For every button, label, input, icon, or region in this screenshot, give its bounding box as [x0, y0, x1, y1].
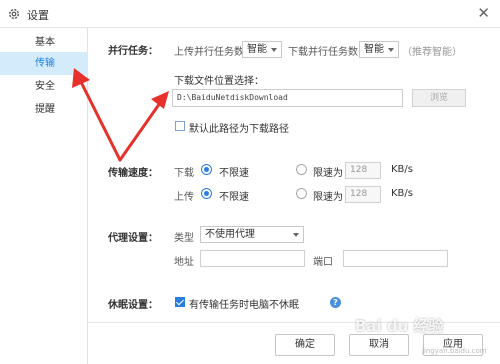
- upload-limit-label: 限速为: [313, 192, 343, 203]
- download-location-label: 下载文件位置选择：: [174, 76, 264, 87]
- baidu-watermark: Bai du 经验: [355, 317, 444, 335]
- sidebar: 基本 传输 安全 提醒: [0, 28, 88, 364]
- download-limit-radio[interactable]: [296, 164, 307, 175]
- default-path-label: 默认此路径为下载路径: [189, 124, 289, 135]
- upload-unlimited-label: 不限速: [219, 192, 249, 203]
- chevron-down-icon: [293, 233, 299, 237]
- gear-icon: [8, 8, 20, 20]
- close-icon[interactable]: ✕: [477, 5, 490, 21]
- download-unlimited-label: 不限速: [219, 168, 249, 179]
- download-parallel-select[interactable]: 智能: [359, 41, 399, 58]
- upload-unit-label: KB/s: [391, 188, 413, 199]
- chevron-down-icon: [388, 48, 394, 52]
- sidebar-item-transfer[interactable]: 传输: [0, 52, 88, 75]
- download-unit-label: KB/s: [391, 164, 413, 175]
- sidebar-item-reminder[interactable]: 提醒: [0, 98, 88, 121]
- baidu-watermark-url: jingyan.baidu.com: [422, 347, 487, 355]
- upload-limit-input[interactable]: 128: [345, 186, 381, 203]
- help-icon[interactable]: ?: [330, 297, 341, 308]
- proxy-type-value: 不使用代理: [205, 229, 255, 240]
- proxy-address-label: 地址: [174, 257, 194, 268]
- no-sleep-label: 有传输任务时电脑不休眠: [189, 300, 299, 311]
- download-parallel-value: 智能: [364, 44, 384, 55]
- title-bar: 设置 ✕: [0, 0, 500, 28]
- sleep-section-label: 休眠设置：: [108, 300, 158, 311]
- speed-section-label: 传输速度：: [108, 168, 158, 179]
- download-unlimited-radio[interactable]: [201, 164, 212, 175]
- download-parallel-label: 下载并行任务数: [288, 47, 358, 58]
- proxy-section-label: 代理设置：: [108, 233, 158, 244]
- chevron-down-icon: [271, 48, 277, 52]
- speed-upload-label: 上传: [174, 192, 194, 203]
- no-sleep-checkbox[interactable]: [175, 297, 185, 307]
- proxy-address-input[interactable]: [200, 250, 305, 267]
- cancel-button[interactable]: 取消: [349, 334, 409, 356]
- upload-parallel-label: 上传并行任务数: [174, 47, 244, 58]
- download-limit-input[interactable]: 128: [345, 162, 381, 179]
- download-limit-label: 限速为: [313, 168, 343, 179]
- ok-button[interactable]: 确定: [275, 334, 335, 356]
- recommend-note: （推荐智能）: [402, 47, 462, 58]
- proxy-type-label: 类型: [174, 233, 194, 244]
- parallel-section-label: 并行任务：: [108, 46, 158, 57]
- download-path-input[interactable]: D:\BaiduNetdiskDownload: [172, 89, 403, 107]
- window-title: 设置: [27, 9, 49, 22]
- proxy-type-select[interactable]: 不使用代理: [200, 226, 304, 243]
- upload-limit-radio[interactable]: [296, 188, 307, 199]
- upload-unlimited-radio[interactable]: [201, 188, 212, 199]
- upload-parallel-value: 智能: [247, 44, 267, 55]
- speed-download-label: 下载: [174, 168, 194, 179]
- proxy-port-label: 端口: [313, 257, 333, 268]
- proxy-port-input[interactable]: [343, 250, 448, 267]
- sidebar-item-basic[interactable]: 基本: [0, 31, 88, 54]
- settings-content: 并行任务： 上传并行任务数 智能 下载并行任务数 智能 （推荐智能） 下载文件位…: [88, 28, 500, 364]
- default-path-checkbox[interactable]: [175, 121, 185, 131]
- upload-parallel-select[interactable]: 智能: [242, 41, 282, 58]
- sidebar-item-security[interactable]: 安全: [0, 75, 88, 98]
- browse-button[interactable]: 浏览: [412, 89, 466, 107]
